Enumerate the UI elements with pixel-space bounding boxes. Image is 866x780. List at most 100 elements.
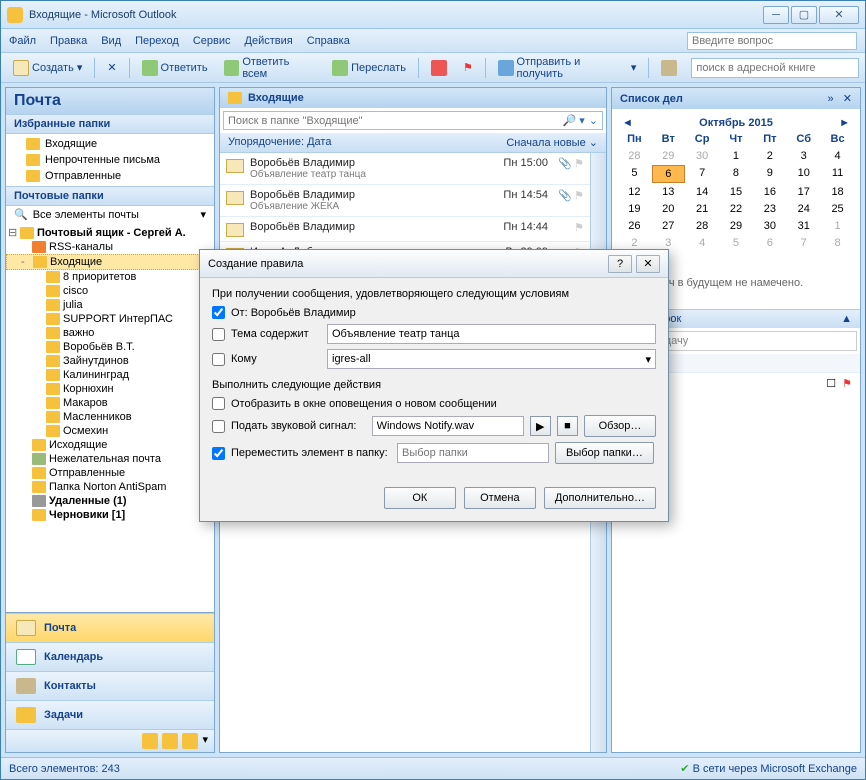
flag-icon[interactable]: ⚑ bbox=[574, 221, 584, 234]
subject-input[interactable] bbox=[327, 324, 656, 344]
calendar-day[interactable]: 7 bbox=[686, 165, 719, 183]
address-search-input[interactable] bbox=[691, 58, 859, 78]
favorites-header[interactable]: Избранные папки bbox=[6, 114, 214, 134]
new-button[interactable]: Создать ▾ bbox=[7, 57, 88, 79]
play-button[interactable]: ▶ bbox=[530, 416, 551, 436]
tree-folder[interactable]: Воробьёв В.Т. bbox=[6, 340, 214, 354]
forward-button[interactable]: Переслать bbox=[326, 57, 412, 79]
menu-tools[interactable]: Сервис bbox=[193, 35, 231, 47]
send-receive-button[interactable]: Отправить и получить ▾ bbox=[492, 53, 643, 83]
ask-question-input[interactable] bbox=[687, 32, 857, 50]
calendar-day[interactable]: 14 bbox=[686, 184, 719, 200]
calendar-day[interactable]: 30 bbox=[753, 218, 786, 234]
calendar-day[interactable]: 22 bbox=[720, 201, 753, 217]
task-flag-icon[interactable]: ⚑ bbox=[842, 377, 852, 390]
tree-folder[interactable]: Масленников bbox=[6, 410, 214, 424]
chevron-down-icon[interactable]: ⌄ bbox=[589, 114, 598, 127]
calendar-day[interactable]: 28 bbox=[686, 218, 719, 234]
advanced-button[interactable]: Дополнительно… bbox=[544, 487, 656, 509]
folder-search-input[interactable] bbox=[228, 115, 563, 127]
folder-search[interactable]: 🔎 ▾ ⌄ bbox=[223, 111, 603, 130]
tree-folder[interactable]: Калининград bbox=[6, 368, 214, 382]
calendar-day[interactable]: 13 bbox=[652, 184, 685, 200]
tree-folder[interactable]: важно bbox=[6, 326, 214, 340]
calendar-day[interactable]: 30 bbox=[686, 148, 719, 164]
tree-folder[interactable]: RSS-каналы bbox=[6, 240, 214, 254]
flag-icon[interactable]: ⚑ bbox=[574, 157, 584, 170]
address-book-button[interactable] bbox=[655, 57, 683, 79]
module-mini-shortcuts[interactable] bbox=[182, 733, 198, 749]
tree-folder[interactable]: Зайнутдинов bbox=[6, 354, 214, 368]
subject-checkbox[interactable] bbox=[212, 328, 225, 341]
calendar-day[interactable]: 6 bbox=[753, 235, 786, 251]
module-config-icon[interactable]: ▾ bbox=[202, 733, 208, 749]
reply-button[interactable]: Ответить bbox=[136, 57, 214, 79]
calendar-day[interactable]: 26 bbox=[618, 218, 651, 234]
calendar-day[interactable]: 9 bbox=[753, 165, 786, 183]
tree-folder[interactable]: Папка Norton AntiSpam bbox=[6, 480, 214, 494]
calendar-day[interactable]: 17 bbox=[787, 184, 820, 200]
search-icon[interactable]: 🔎 ▾ bbox=[563, 114, 585, 127]
menu-file[interactable]: Файл bbox=[9, 35, 36, 47]
calendar-day[interactable]: 6 bbox=[652, 165, 685, 183]
tree-folder[interactable]: julia bbox=[6, 298, 214, 312]
menu-go[interactable]: Переход bbox=[135, 35, 179, 47]
close-button[interactable]: ✕ bbox=[819, 6, 859, 24]
favorite-folder[interactable]: Отправленные bbox=[6, 168, 214, 184]
to-checkbox[interactable] bbox=[212, 353, 225, 366]
favorite-folder[interactable]: Непрочтенные письма bbox=[6, 152, 214, 168]
ok-button[interactable]: ОК bbox=[384, 487, 456, 509]
module-mini-notes[interactable] bbox=[142, 733, 158, 749]
calendar-day[interactable]: 11 bbox=[821, 165, 854, 183]
tree-folder[interactable]: SUPPORT ИнтерПАС bbox=[6, 312, 214, 326]
calendar-day[interactable]: 1 bbox=[720, 148, 753, 164]
tree-folder[interactable]: Корнюхин bbox=[6, 382, 214, 396]
delete-button[interactable]: ✕ bbox=[101, 58, 122, 77]
calendar-day[interactable]: 28 bbox=[618, 148, 651, 164]
minimize-button[interactable]: ─ bbox=[763, 6, 789, 24]
menu-actions[interactable]: Действия bbox=[245, 35, 293, 47]
module-tasks[interactable]: Задачи bbox=[6, 700, 214, 729]
move-checkbox[interactable] bbox=[212, 447, 225, 460]
cancel-button[interactable]: Отмена bbox=[464, 487, 536, 509]
tree-folder[interactable]: 8 приоритетов bbox=[6, 270, 214, 284]
dialog-close-button[interactable]: ✕ bbox=[636, 255, 660, 273]
tree-folder[interactable]: Осмехин bbox=[6, 424, 214, 438]
tree-folder[interactable]: Исходящие bbox=[6, 438, 214, 452]
calendar-day[interactable]: 4 bbox=[821, 148, 854, 164]
tree-folder[interactable]: Макаров bbox=[6, 396, 214, 410]
maximize-button[interactable]: ▢ bbox=[791, 6, 817, 24]
calendar-day[interactable]: 8 bbox=[720, 165, 753, 183]
sound-checkbox[interactable] bbox=[212, 420, 225, 433]
calendar-day[interactable]: 18 bbox=[821, 184, 854, 200]
categorize-button[interactable] bbox=[425, 57, 453, 79]
message-item[interactable]: Воробьёв ВладимирПн 14:44⚑ bbox=[220, 217, 590, 242]
calendar-day[interactable]: 29 bbox=[652, 148, 685, 164]
flag-icon[interactable]: ⚑ bbox=[574, 189, 584, 202]
reply-all-button[interactable]: Ответить всем bbox=[218, 53, 323, 83]
task-checkbox[interactable]: ☐ bbox=[826, 377, 836, 390]
calendar-day[interactable]: 16 bbox=[753, 184, 786, 200]
menu-help[interactable]: Справка bbox=[307, 35, 350, 47]
mailbox-root[interactable]: ⊟Почтовый ящик - Сергей А. bbox=[6, 225, 214, 240]
next-month[interactable]: ► bbox=[839, 117, 850, 129]
calendar-day[interactable]: 3 bbox=[787, 148, 820, 164]
menu-view[interactable]: Вид bbox=[101, 35, 121, 47]
calendar-day[interactable]: 5 bbox=[720, 235, 753, 251]
calendar-day[interactable]: 7 bbox=[787, 235, 820, 251]
calendar-day[interactable]: 20 bbox=[652, 201, 685, 217]
sound-file-input[interactable] bbox=[372, 416, 524, 436]
calendar-day[interactable]: 27 bbox=[652, 218, 685, 234]
calendar-day[interactable]: 5 bbox=[618, 165, 651, 183]
favorite-folder[interactable]: Входящие bbox=[6, 136, 214, 152]
calendar-day[interactable]: 1 bbox=[821, 218, 854, 234]
module-contacts[interactable]: Контакты bbox=[6, 671, 214, 700]
to-combo[interactable]: igres-all▾ bbox=[327, 349, 656, 369]
tree-folder[interactable]: cisco bbox=[6, 284, 214, 298]
module-calendar[interactable]: Календарь bbox=[6, 642, 214, 671]
calendar-day[interactable]: 2 bbox=[753, 148, 786, 164]
prev-month[interactable]: ◄ bbox=[622, 117, 633, 129]
calendar-day[interactable]: 21 bbox=[686, 201, 719, 217]
calendar-day[interactable]: 31 bbox=[787, 218, 820, 234]
tree-folder[interactable]: Отправленные bbox=[6, 466, 214, 480]
